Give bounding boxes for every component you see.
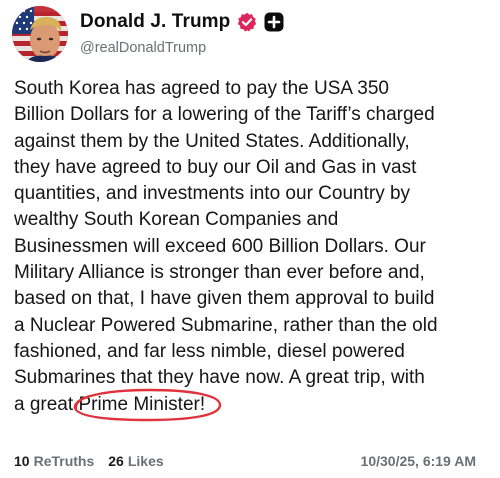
post-line: Billion Dollars for a lowering of the Ta… [14, 104, 435, 126]
timestamp[interactable]: 10/30/25, 6:19 AM [361, 453, 476, 469]
likes-number: 26 [108, 453, 124, 469]
post-line: a Nuclear Powered Submarine, rather than… [14, 314, 438, 336]
post-line: wealthy South Korean Companies and [14, 209, 339, 231]
post-line: South Korea has agreed to pay the USA 35… [14, 78, 389, 99]
verified-check-icon [237, 12, 257, 32]
post-line: against them by the United States. Addit… [14, 130, 410, 152]
post-line: based on that, I have given them approva… [14, 288, 435, 310]
post-header: Donald J. Trump @realDonaldTrump [80, 10, 284, 56]
display-name[interactable]: Donald J. Trump [80, 11, 230, 33]
post-line: they have agreed to buy our Oil and Gas … [14, 156, 417, 178]
post-line: Submarines that they have now. A great t… [14, 367, 425, 389]
truth-post: Donald J. Trump @realDonaldTrump South K… [0, 0, 500, 478]
post-last-line: a great Prime Minister! [14, 388, 492, 421]
name-row: Donald J. Trump [80, 10, 284, 34]
post-line: quantities, and investments into our Cou… [14, 183, 411, 205]
post-body: South Korea has agreed to pay the USA 35… [14, 76, 492, 421]
plus-badge-icon [264, 12, 284, 32]
retruths-number: 10 [14, 453, 30, 469]
circled-phrase: Prime Minister! [74, 388, 222, 421]
post-line: fashioned, and far less nimble, diesel p… [14, 340, 405, 362]
retruths-count[interactable]: 10 ReTruths [14, 453, 94, 469]
circled-text: Prime Minister! [78, 393, 206, 415]
post-line: Businessmen will exceed 600 Billion Doll… [14, 235, 426, 257]
last-line-prefix: a great [14, 393, 79, 415]
handle[interactable]: @realDonaldTrump [80, 40, 284, 56]
avatar[interactable] [12, 6, 68, 62]
likes-label: Likes [127, 453, 164, 469]
retruths-label: ReTruths [33, 453, 95, 469]
post-footer: 10 ReTruths 26 Likes 10/30/25, 6:19 AM [14, 451, 476, 471]
post-line: Military Alliance is stronger than ever … [14, 262, 425, 284]
likes-count[interactable]: 26 Likes [108, 453, 163, 469]
